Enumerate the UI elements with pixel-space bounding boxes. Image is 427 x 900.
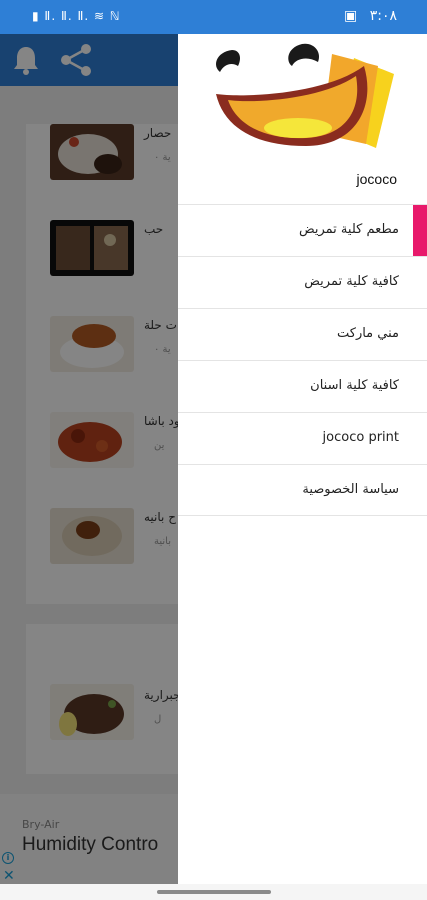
time: ٣:٠٨ xyxy=(369,8,397,24)
navigation-drawer: jococo مطعم كلية تمريض كافية كلية تمريض … xyxy=(178,34,427,884)
menu-item-nursing-restaurant[interactable]: مطعم كلية تمريض xyxy=(178,204,427,256)
drawer-title: jococo xyxy=(356,171,397,187)
menu-item-label: jococo print xyxy=(322,430,399,445)
menu-item-label: كافية كلية اسنان xyxy=(310,378,399,393)
jococo-logo xyxy=(216,43,394,148)
active-indicator xyxy=(413,205,427,256)
status-indicators: ▮ Ⅱ. Ⅱ. Ⅱ. ≋ ℕ xyxy=(32,9,121,23)
home-gesture-pill[interactable] xyxy=(157,890,271,894)
drawer-scrim[interactable] xyxy=(0,34,178,900)
menu-item-label: سياسة الخصوصية xyxy=(302,482,399,497)
menu-item-label: مني ماركت xyxy=(336,326,399,341)
menu-item-privacy-policy[interactable]: سياسة الخصوصية xyxy=(178,464,427,516)
menu-item-label: كافية كلية تمريض xyxy=(304,274,399,289)
screenshot-icon: ▣ xyxy=(344,8,358,24)
status-bar: ▮ Ⅱ. Ⅱ. Ⅱ. ≋ ℕ ▣ ٣:٠٨ xyxy=(0,0,427,34)
menu-item-dental-cafe[interactable]: كافية كلية اسنان xyxy=(178,360,427,412)
menu-item-jococo-print[interactable]: jococo print xyxy=(178,412,427,464)
menu-item-nursing-cafe[interactable]: كافية كلية تمريض xyxy=(178,256,427,308)
menu-item-label: مطعم كلية تمريض xyxy=(298,222,399,237)
system-nav-bar xyxy=(0,884,427,900)
drawer-menu: مطعم كلية تمريض كافية كلية تمريض مني مار… xyxy=(178,204,427,516)
menu-item-mini-market[interactable]: مني ماركت xyxy=(178,308,427,360)
